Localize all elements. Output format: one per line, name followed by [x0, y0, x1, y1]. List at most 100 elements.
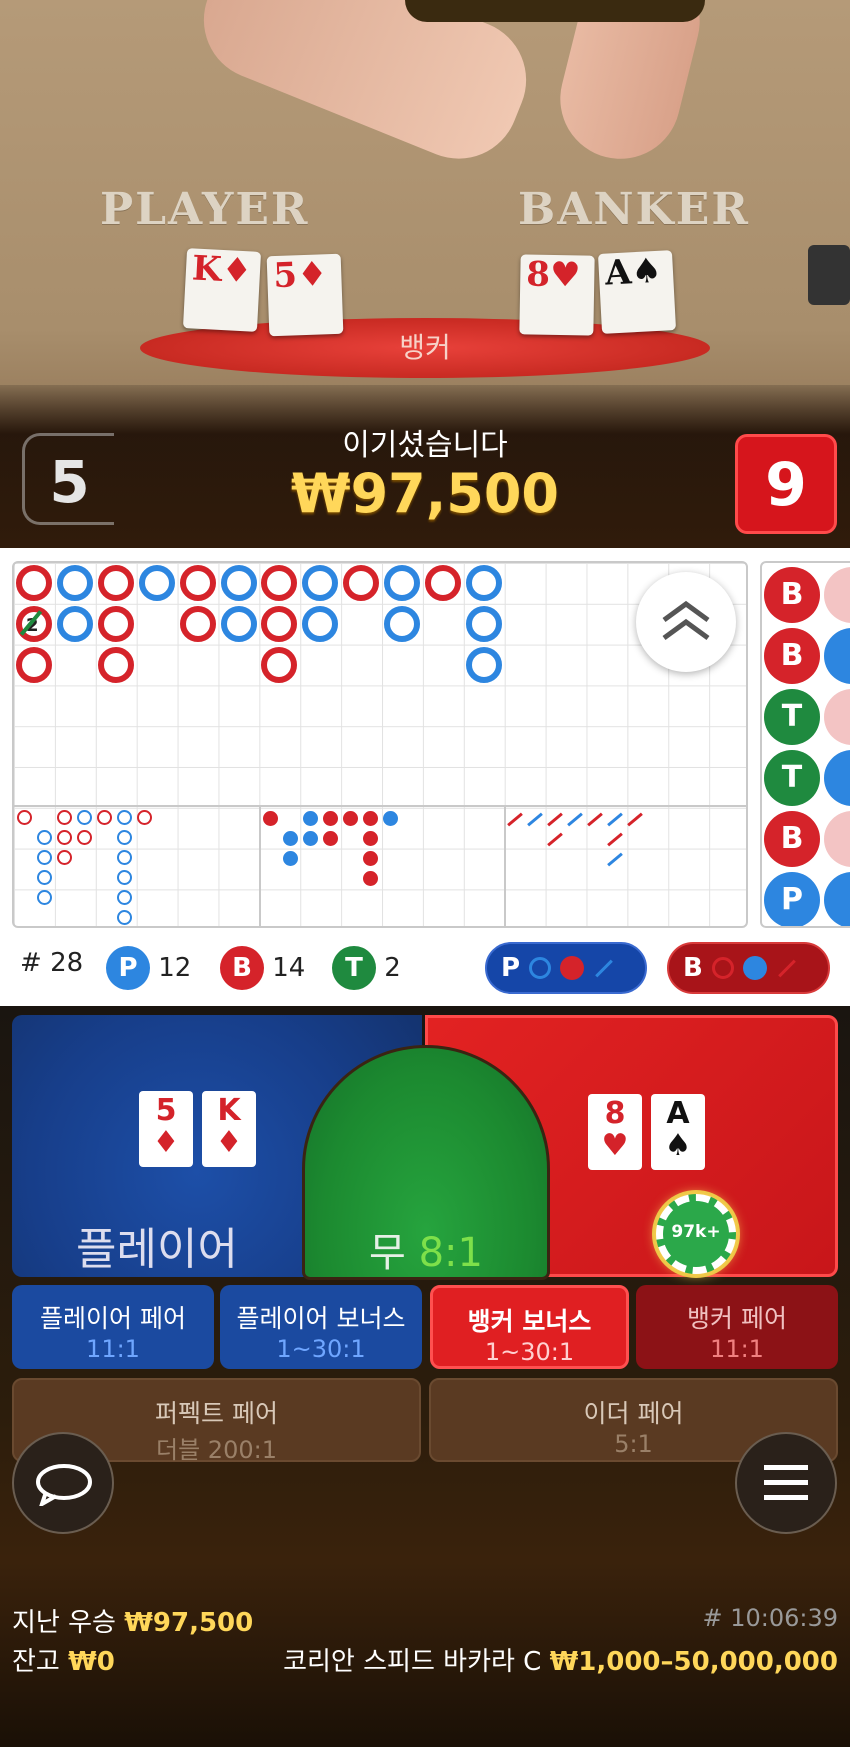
bet-name: 이더 페어	[583, 1399, 684, 1428]
player-bonus-bet[interactable]: 플레이어 보너스 1~30:1	[220, 1285, 422, 1369]
banker-ring	[261, 605, 298, 642]
banker-ring	[97, 565, 134, 601]
player-ring	[465, 605, 502, 642]
player-ring	[138, 565, 175, 601]
tie-bet-spot[interactable]: 무 8:1	[302, 1045, 550, 1280]
small-road-ring	[57, 850, 72, 865]
small-road-ring	[17, 810, 32, 825]
player-bet-label: 플레이어	[76, 1224, 238, 1275]
banker-win-count: B 14	[220, 946, 305, 990]
banker-label: BANKER	[518, 184, 750, 235]
small-road-ring	[57, 830, 72, 845]
bead-road-item-partial	[824, 872, 850, 926]
bet-odds: 11:1	[710, 1335, 764, 1363]
big-eye-road-dot	[363, 871, 378, 886]
small-road-ring	[37, 850, 52, 865]
dealer-arm-right	[547, 0, 713, 172]
banker-score: 9	[735, 434, 837, 534]
cockroach-road-slash	[547, 832, 563, 847]
predict-slash-icon	[778, 959, 796, 978]
chat-button[interactable]	[12, 1432, 114, 1534]
small-road-ring	[37, 830, 52, 845]
banker-pair-bet[interactable]: 뱅커 페어 11:1	[636, 1285, 838, 1369]
big-eye-road-dot	[323, 811, 338, 826]
table-card-banker-2: A♠	[597, 250, 677, 334]
banker-ring	[16, 646, 52, 683]
player-ring	[465, 646, 502, 683]
big-eye-road-dot	[303, 831, 318, 846]
player-ring	[302, 605, 339, 642]
player-ring	[220, 565, 257, 601]
table-card-player-2: 5♦	[266, 253, 344, 337]
player-ring	[384, 565, 421, 601]
dealer-arm-left	[185, 0, 545, 177]
banker-ring	[343, 565, 380, 601]
banker-ring	[179, 605, 216, 642]
balance: 잔고 ₩0	[12, 1647, 115, 1677]
big-eye-road-dot	[363, 831, 378, 846]
menu-button[interactable]	[735, 1432, 837, 1534]
banker-bet-card-1: 8 ♥	[588, 1094, 642, 1170]
bead-road-item: B	[764, 811, 820, 867]
small-road-ring	[137, 810, 152, 825]
dealer-tray	[405, 0, 705, 22]
player-win-count: P 12	[106, 946, 191, 990]
cockroach-road-slash	[587, 812, 603, 827]
bead-road-item: T	[764, 689, 820, 745]
placed-chip[interactable]: 97k+	[656, 1194, 736, 1274]
player-bet-card-1: 5 ♦	[139, 1091, 193, 1167]
bead-road[interactable]: BBTTBP	[760, 561, 850, 928]
small-road-ring	[117, 850, 132, 865]
banker-bet-card-2: A ♠	[651, 1094, 705, 1170]
player-ring	[302, 565, 339, 601]
predict-ring-icon	[529, 957, 552, 979]
cockroach-road-slash	[627, 812, 643, 827]
small-road-ring	[117, 870, 132, 885]
predict-dot-icon	[742, 956, 767, 980]
big-eye-road-dot	[363, 851, 378, 866]
banker-ring	[261, 646, 298, 683]
bet-name: 뱅커 보너스	[467, 1307, 592, 1336]
bet-name: 플레이어 페어	[40, 1304, 186, 1333]
player-ring	[465, 565, 502, 601]
banker-predict-button[interactable]: B	[667, 942, 830, 994]
bead-road-item-partial	[824, 567, 850, 623]
player-ring	[56, 565, 93, 601]
bead-road-item: P	[764, 872, 820, 926]
small-road-ring	[97, 810, 112, 825]
road-divider	[504, 805, 506, 926]
collapse-board-button[interactable]	[636, 572, 736, 672]
big-eye-road-dot	[263, 811, 278, 826]
small-road-ring	[37, 890, 52, 905]
chat-bubble-icon	[36, 1464, 92, 1506]
small-road-ring	[117, 810, 132, 825]
bead-road-item: B	[764, 628, 820, 684]
bet-name: 뱅커 페어	[687, 1304, 787, 1333]
small-road-ring	[57, 810, 72, 825]
bet-name: 퍼펙트 페어	[155, 1399, 278, 1428]
win-amount: ₩97,500	[291, 462, 559, 525]
cockroach-road-slash	[507, 812, 523, 827]
big-eye-road-dot	[283, 851, 298, 866]
banker-ring	[425, 565, 461, 601]
bead-road-item: T	[764, 750, 820, 806]
player-ring	[56, 605, 93, 642]
bead-road-item-partial	[824, 811, 850, 867]
cockroach-road-slash	[527, 812, 543, 827]
player-bet-card-2: K ♦	[202, 1091, 256, 1167]
player-predict-button[interactable]: P	[485, 942, 647, 994]
road-stats: # 28 P 12 B 14 T 2 P B	[0, 940, 850, 998]
small-road-ring	[77, 830, 92, 845]
predict-dot-icon	[560, 956, 585, 980]
banker-bonus-bet[interactable]: 뱅커 보너스 1~30:1	[430, 1285, 629, 1369]
win-message: 이기셨습니다	[342, 428, 508, 463]
big-eye-road-dot	[343, 811, 358, 826]
player-pair-bet[interactable]: 플레이어 페어 11:1	[12, 1285, 214, 1369]
round-id: # 10:06:39	[702, 1604, 838, 1632]
round-count: # 28	[20, 948, 84, 978]
banker-ring	[97, 605, 134, 642]
bead-road-item-partial	[824, 689, 850, 745]
cockroach-road-slash	[547, 812, 563, 827]
road-divider	[14, 805, 746, 807]
hamburger-menu-icon	[764, 1465, 808, 1500]
